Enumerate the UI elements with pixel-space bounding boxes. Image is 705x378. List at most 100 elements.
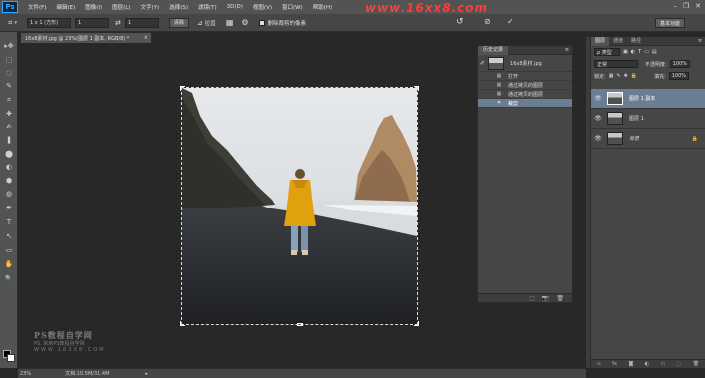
crop-tool-icon[interactable]: ⌗ [4, 96, 14, 105]
commit-crop-icon[interactable]: ✓ [507, 17, 514, 26]
history-item[interactable]: ▦ 通过拷贝的图层 [478, 90, 572, 99]
menu-select[interactable]: 选择(S) [169, 3, 188, 11]
menu-layer[interactable]: 图层(L) [112, 3, 130, 11]
snapshot-brush-icon[interactable]: ✐ [480, 60, 485, 67]
zoom-tool-icon[interactable]: 🔍 [4, 274, 14, 283]
straighten-icon[interactable]: ⊿ [197, 19, 203, 27]
layer-kind-filter[interactable]: ρ 类型 [594, 48, 620, 56]
menu-help[interactable]: 帮助(H) [313, 3, 332, 11]
filter-type-icon[interactable]: T [638, 49, 641, 55]
straighten-label[interactable]: 拉直 [205, 19, 216, 27]
lock-transparent-icon[interactable]: ▦ [609, 73, 614, 79]
workspace-select[interactable]: 基本功能 [654, 18, 685, 28]
background-color-swatch[interactable] [7, 354, 15, 362]
menu-window[interactable]: 窗口(W) [282, 3, 303, 11]
eraser-tool-icon[interactable]: ⬢ [4, 177, 14, 186]
path-select-tool-icon[interactable]: ↖ [4, 232, 14, 241]
healing-brush-tool-icon[interactable]: ✍ [4, 123, 14, 132]
clone-stamp-tool-icon[interactable]: ⬤ [4, 150, 14, 159]
opacity-input[interactable]: 100% [669, 60, 690, 68]
type-tool-icon[interactable]: T [4, 218, 14, 227]
zoom-level[interactable]: 23% [20, 371, 31, 377]
clear-button[interactable]: 清除 [168, 17, 189, 28]
layer-row[interactable]: 👁 背景 🔒 [591, 129, 705, 149]
add-mask-icon[interactable]: ◙ [628, 361, 633, 367]
layer-row[interactable]: 👁 图层 1 副本 [591, 89, 705, 109]
minimize-button[interactable]: – [673, 2, 677, 10]
new-layer-icon[interactable]: ⬚ [677, 361, 682, 367]
brush-tool-icon[interactable]: ❚ [4, 136, 14, 145]
marquee-tool-icon[interactable]: ⬚ [4, 56, 14, 65]
menu-image[interactable]: 图像(I) [85, 3, 102, 11]
tab-history[interactable]: 历史记录 [478, 45, 509, 55]
menu-edit[interactable]: 编辑(E) [56, 3, 75, 11]
delete-cropped-pixels-checkbox[interactable] [258, 19, 265, 26]
adjustment-layer-icon[interactable]: ◐ [645, 361, 649, 367]
move-tool-icon[interactable]: ▸✥ [4, 42, 14, 51]
eye-icon[interactable]: 👁 [593, 95, 603, 102]
history-item[interactable]: ▦ 通过拷贝的图层 [478, 81, 572, 90]
fill-input[interactable]: 100% [668, 72, 689, 80]
lock-paint-icon[interactable]: ✎ [616, 73, 620, 79]
menu-file[interactable]: 文件(F) [28, 3, 46, 11]
filter-smart-icon[interactable]: ▤ [652, 49, 657, 55]
tool-preset-arrow-icon[interactable]: ▾ [15, 20, 18, 26]
menu-3d[interactable]: 3D(D) [227, 4, 243, 10]
tab-layers[interactable]: 图层 [591, 36, 610, 46]
menu-view[interactable]: 视图(V) [253, 3, 272, 11]
menu-filter[interactable]: 滤镜(T) [198, 3, 217, 11]
delete-state-icon[interactable]: 🗑 [556, 295, 564, 302]
lasso-tool-icon[interactable]: ◌ [4, 69, 14, 78]
menu-type[interactable]: 文字(Y) [141, 3, 160, 11]
layer-name[interactable]: 图层 1 副本 [629, 95, 655, 102]
eye-icon[interactable]: 👁 [593, 115, 603, 122]
document-tab[interactable]: 16x8素材.jpg @ 23%(图层 1 副本, RGB/8) * × [20, 32, 152, 43]
settings-gear-icon[interactable]: ⚙ [241, 18, 248, 27]
history-brush-tool-icon[interactable]: ◐ [4, 163, 14, 172]
delete-layer-icon[interactable]: 🗑 [693, 361, 699, 367]
grid-overlay-icon[interactable]: ▦ [226, 18, 234, 27]
new-group-icon[interactable]: ▭ [661, 361, 666, 367]
history-item[interactable]: ▦ 打开 [478, 72, 572, 81]
link-layers-icon[interactable]: ∞ [597, 361, 601, 367]
quick-select-tool-icon[interactable]: ✎ [4, 82, 14, 91]
filter-adjust-icon[interactable]: ◐ [631, 49, 635, 55]
filter-shape-icon[interactable]: ▭ [644, 49, 649, 55]
history-snapshot[interactable]: ✐ 16x8素材.jpg [478, 55, 572, 72]
crop-width-input[interactable]: 1 [75, 17, 110, 28]
reset-crop-icon[interactable]: ↺ [456, 17, 464, 27]
swap-dimensions-icon[interactable]: ⇄ [115, 19, 121, 27]
layer-name[interactable]: 图层 1 [629, 115, 644, 122]
layer-row[interactable]: 👁 图层 1 [591, 109, 705, 129]
close-tab-icon[interactable]: × [144, 35, 148, 41]
status-menu-arrow-icon[interactable]: ▸ [145, 371, 148, 377]
options-bar: ⌗ ▾ 1 x 1 (方形) 1 ⇄ 1 清除 ⊿ 拉直 ▦ ⚙ 删除裁剪的像素… [0, 14, 705, 32]
site-watermark-url: WWW.16XX8.COM [34, 347, 106, 353]
new-document-from-state-icon[interactable]: ⬚ [529, 295, 535, 302]
cancel-crop-icon[interactable]: ⊘ [484, 17, 491, 26]
layer-style-icon[interactable]: fx [612, 361, 617, 367]
eyedropper-tool-icon[interactable]: ✚ [4, 110, 14, 119]
restore-button[interactable]: ❐ [683, 2, 689, 10]
document-image[interactable] [182, 88, 417, 324]
history-item-selected[interactable]: ⌗ 裁剪 [478, 99, 572, 108]
shape-tool-icon[interactable]: ▭ [4, 246, 14, 255]
pen-tool-icon[interactable]: ✒ [4, 204, 14, 213]
eye-icon[interactable]: 👁 [593, 135, 603, 142]
lock-position-icon[interactable]: ✥ [624, 73, 628, 79]
layer-name[interactable]: 背景 [629, 135, 639, 142]
new-snapshot-icon[interactable]: 📷 [542, 295, 549, 302]
close-button[interactable]: ✕ [695, 2, 701, 10]
crop-tool-icon[interactable]: ⌗ [8, 18, 13, 28]
tab-channels[interactable]: 通道 [609, 37, 627, 46]
filter-pixel-icon[interactable]: ▣ [623, 49, 628, 55]
tab-paths[interactable]: 路径 [627, 37, 645, 46]
panel-menu-icon[interactable]: ≡ [565, 47, 569, 53]
ratio-select[interactable]: 1 x 1 (方形) [27, 17, 72, 28]
gradient-tool-icon[interactable]: ◍ [4, 190, 14, 199]
hand-tool-icon[interactable]: ✋ [4, 260, 14, 269]
crop-height-input[interactable]: 1 [124, 17, 159, 28]
lock-all-icon[interactable]: 🔒 [631, 73, 637, 79]
blend-mode-select[interactable]: 正常 [594, 60, 638, 68]
panel-menu-icon[interactable]: ≡ [698, 38, 702, 44]
